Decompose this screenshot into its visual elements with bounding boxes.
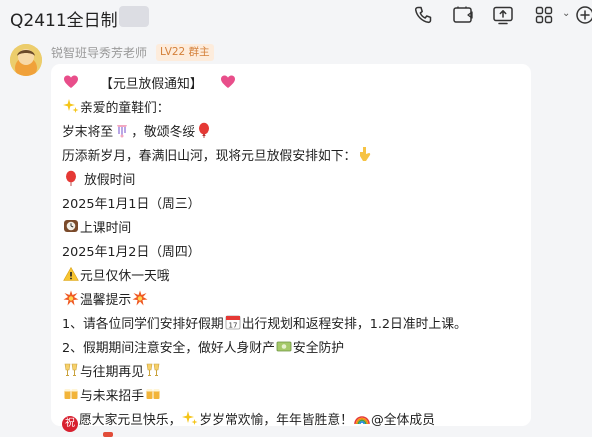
mention-all[interactable]: @全体成员 xyxy=(371,413,435,428)
class-date: 2025年1月2日（周四） xyxy=(62,245,201,260)
message-line-wishes: 祝愿大家元旦快乐， 岁岁常欢愉，年年皆胜意！ @全体成员 xyxy=(62,409,435,432)
blurred-title-part xyxy=(119,6,149,27)
collision-icon xyxy=(63,290,79,306)
wish-icon: 祝 xyxy=(62,416,78,432)
year-end-text: 岁末将至 xyxy=(62,125,114,140)
clinking-glasses-icon xyxy=(146,363,160,376)
message-line-welcome: 与未来招手 xyxy=(62,385,162,404)
item-2-text-b: 安全防护 xyxy=(292,341,345,356)
heart-icon xyxy=(64,75,78,88)
sparkles-icon xyxy=(63,99,79,113)
season-wish-text: ，敬颂冬绥 xyxy=(131,125,196,140)
message-line-arrangement: 历添新岁月，春满旧山河，现将元旦放假安排如下： xyxy=(62,145,374,164)
phone-icon[interactable] xyxy=(413,5,433,25)
arrangement-text: 历添新岁月，春满旧山河，现将元旦放假安排如下： xyxy=(62,149,357,164)
sender-name[interactable]: 锐智班导秀芳老师 xyxy=(51,44,147,61)
message-line-greeting: 亲爱的童鞋们： xyxy=(62,97,170,116)
message-line-item-2: 2、假期期间注意安全，做好人身财产 安全防护 xyxy=(62,337,344,356)
calendar-day: 17 xyxy=(228,322,237,330)
clinking-glasses-icon xyxy=(64,363,78,376)
farewell-text: 与往期再见 xyxy=(80,365,144,380)
message-line-title: 【元旦放假通知】 xyxy=(62,73,237,92)
message-line-year-end: 岁末将至 ，敬颂冬绥 xyxy=(62,121,213,140)
item-1-text-b: 出行规划和返程安排，1.2日准时上课。 xyxy=(241,317,467,332)
welcome-text: 与未来招手 xyxy=(80,389,144,404)
add-icon[interactable] xyxy=(575,5,592,25)
avatar[interactable] xyxy=(10,44,42,76)
beer-mugs-icon xyxy=(146,389,160,399)
message-line-reminder: 温馨提示 xyxy=(62,289,149,308)
sparkles-icon xyxy=(182,411,198,425)
holiday-time-label: 放假时间 xyxy=(84,173,136,188)
beer-mugs-icon xyxy=(64,389,78,399)
item-1-text-a: 1、请各位同学们安排好假期 xyxy=(62,317,224,332)
banknote-icon xyxy=(276,341,292,352)
calendar-icon: 17 xyxy=(225,315,241,330)
holiday-date: 2025年1月1日（周三） xyxy=(62,197,201,212)
message-line-class-label: 上课时间 xyxy=(62,217,131,236)
partial-next-item xyxy=(103,432,113,437)
balloon-icon xyxy=(66,170,76,186)
video-icon[interactable] xyxy=(452,5,474,25)
chat-title[interactable]: Q2411全日制 xyxy=(10,6,118,31)
class-time-label: 上课时间 xyxy=(80,221,132,236)
one-day-off-text: 元旦仅休一天哦 xyxy=(80,269,170,284)
message-bubble[interactable]: 【元旦放假通知】 亲爱的童鞋们： 岁末将至 ，敬颂冬绥 历添新岁月，春满旧山河，现… xyxy=(51,64,531,432)
group-owner-badge: LV22 群主 xyxy=(156,44,214,61)
item-2-text-a: 2、假期期间注意安全，做好人身财产 xyxy=(62,341,275,356)
collision-icon xyxy=(132,290,148,306)
avatar-image xyxy=(10,44,42,76)
reminder-text: 温馨提示 xyxy=(80,293,132,308)
wishes-text-a: 愿大家元旦快乐， xyxy=(79,413,182,428)
balloon-icon xyxy=(199,122,210,138)
greeting-text: 亲爱的童鞋们： xyxy=(80,101,170,116)
wind-chime-icon xyxy=(117,125,128,138)
wishes-text-b: 岁岁常欢愉，年年皆胜意！ xyxy=(199,413,353,428)
message-line-warning: 元旦仅休一天哦 xyxy=(62,265,170,284)
pointing-down-icon xyxy=(360,147,371,161)
apps-grid-icon[interactable] xyxy=(534,5,556,25)
mantel-clock-icon xyxy=(64,220,78,232)
rainbow-icon xyxy=(354,416,370,425)
message-line-item-1: 1、请各位同学们安排好假期 17 出行规划和返程安排，1.2日准时上课。 xyxy=(62,313,467,332)
screen-share-icon[interactable] xyxy=(492,5,514,25)
heart-icon xyxy=(220,75,235,88)
chevron-down-icon[interactable]: ⌄ xyxy=(562,8,570,19)
warning-icon xyxy=(63,266,79,281)
message-line-holiday-label: 放假时间 xyxy=(62,169,135,188)
chat-header: Q2411全日制 ⌄ xyxy=(0,0,592,34)
notice-title: 【元旦放假通知】 xyxy=(100,77,203,92)
message-line-farewell: 与往期再见 xyxy=(62,361,162,380)
